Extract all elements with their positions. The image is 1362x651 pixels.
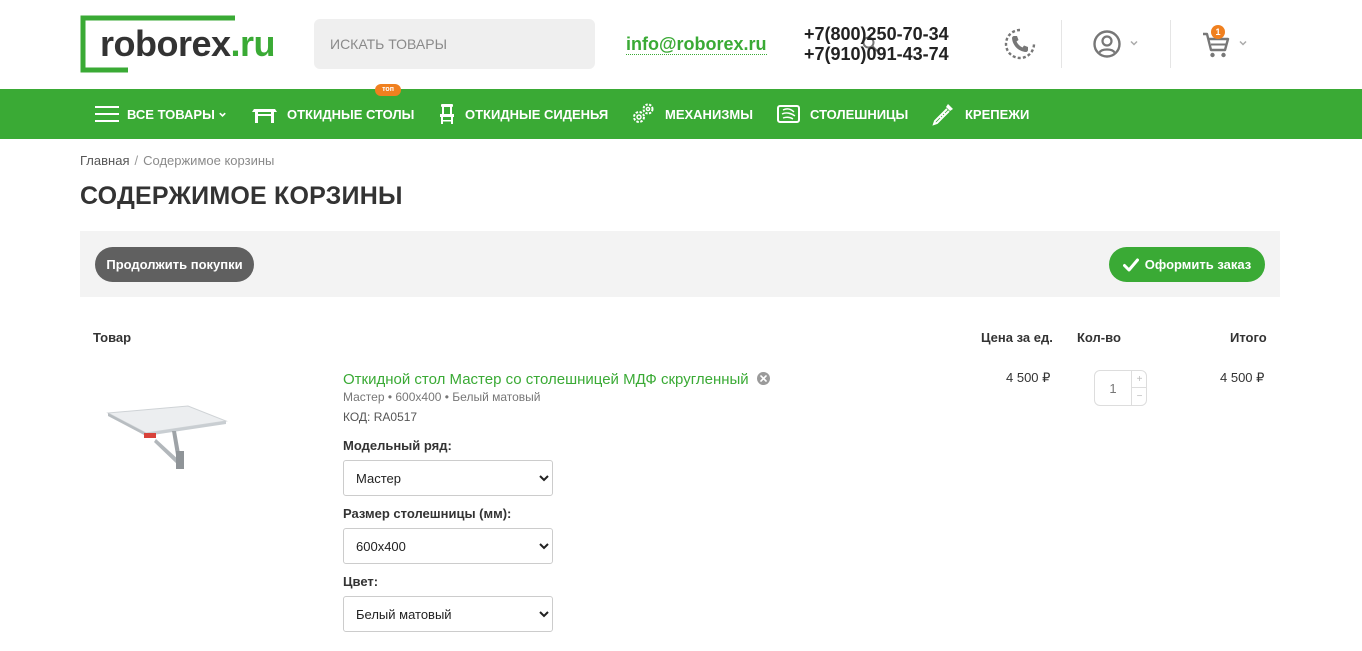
top-badge: топ [375, 84, 401, 96]
header-divider [1170, 20, 1171, 68]
size-select[interactable]: 600х400 [343, 528, 553, 564]
product-variant: Мастер • 600х400 • Белый матовый [343, 390, 541, 404]
logo-tld: .ru [230, 23, 276, 64]
email-link[interactable]: info@roborex.ru [626, 34, 767, 55]
phone-2[interactable]: +7(910)091-43-74 [804, 44, 949, 64]
checkout-button-label: Оформить заказ [1144, 257, 1252, 272]
nav-item-countertops[interactable]: СТОЛЕШНИЦЫ [777, 89, 908, 139]
header-divider [1061, 20, 1062, 68]
nav-item-label: МЕХАНИЗМЫ [665, 106, 753, 122]
quantity-input[interactable] [1095, 371, 1131, 405]
breadcrumb-current: Содержимое корзины [143, 153, 275, 168]
nav-item-folding-tables[interactable]: ОТКИДНЫЕ СТОЛЫ [252, 89, 414, 139]
quantity-increase-button[interactable]: + [1131, 371, 1147, 388]
checkout-button[interactable]: Оформить заказ [1109, 247, 1265, 282]
column-header-price: Цена за ед. [981, 330, 1053, 345]
unit-price: 4 500 ₽ [1006, 370, 1051, 385]
breadcrumb-separator: / [134, 153, 139, 168]
product-image[interactable] [100, 395, 230, 475]
option-label-color: Цвет: [343, 574, 379, 589]
breadcrumb: Главная / Содержимое корзины [80, 153, 274, 168]
option-label-model: Модельный ряд: [343, 438, 452, 453]
site-logo[interactable]: roborex.ru [80, 15, 280, 73]
table-icon [252, 109, 277, 123]
remove-item-icon[interactable] [757, 372, 770, 385]
column-header-qty: Кол-во [1077, 330, 1121, 345]
logo-text: roborex [100, 23, 231, 64]
search-input[interactable] [314, 19, 554, 69]
product-name-link[interactable]: Откидной стол Мастер со столешницей МДФ … [343, 371, 749, 388]
checkmark-icon [1122, 258, 1139, 271]
chevron-down-icon[interactable] [1238, 38, 1248, 48]
nav-item-label: ОТКИДНЫЕ СИДЕНЬЯ [465, 106, 609, 122]
page-title: СОДЕРЖИМОЕ КОРЗИНЫ [80, 182, 403, 210]
cart-action-bar: Продолжить покупки Оформить заказ [80, 231, 1280, 297]
user-account-icon[interactable] [1092, 29, 1122, 59]
model-select[interactable]: Мастер [343, 460, 553, 496]
main-nav: ВСЕ ТОВАРЫ ОТКИДНЫЕ СТОЛЫ ОТКИДНЫЕ СИДЕН… [0, 89, 1362, 139]
chevron-down-icon [219, 112, 226, 117]
color-select[interactable]: Белый матовый [343, 596, 553, 632]
nav-item-fasteners[interactable]: КРЕПЕЖИ [931, 89, 1029, 139]
callback-icon[interactable] [1003, 27, 1037, 61]
breadcrumb-home[interactable]: Главная [80, 153, 129, 168]
search-box [314, 19, 878, 69]
wood-icon [777, 105, 800, 123]
continue-shopping-button[interactable]: Продолжить покупки [95, 247, 254, 282]
column-header-total: Итого [1230, 330, 1267, 345]
nav-item-label: КРЕПЕЖИ [965, 106, 1030, 122]
chevron-down-icon[interactable] [1129, 38, 1139, 48]
quantity-stepper: + − [1094, 370, 1147, 406]
nav-item-label: ОТКИДНЫЕ СТОЛЫ [287, 106, 415, 122]
site-header: roborex.ru info@roborex.ru +7(800)250-70… [0, 0, 1362, 89]
option-label-size: Размер столешницы (мм): [343, 506, 512, 521]
column-header-product: Товар [93, 330, 132, 345]
screw-icon [932, 104, 953, 126]
phone-numbers: +7(800)250-70-34 +7(910)091-43-74 [804, 24, 949, 64]
chair-icon [440, 104, 454, 124]
line-total: 4 500 ₽ [1220, 370, 1265, 385]
nav-item-all-products[interactable]: ВСЕ ТОВАРЫ [95, 89, 227, 139]
nav-item-mechanisms[interactable]: МЕХАНИЗМЫ [631, 89, 753, 139]
product-code: КОД: RA0517 [343, 410, 418, 424]
nav-item-label: СТОЛЕШНИЦЫ [810, 106, 909, 122]
menu-icon [95, 106, 119, 122]
quantity-decrease-button[interactable]: − [1131, 388, 1147, 405]
phone-1[interactable]: +7(800)250-70-34 [804, 24, 949, 44]
nav-item-folding-seats[interactable]: ОТКИДНЫЕ СИДЕНЬЯ [439, 89, 608, 139]
gears-icon [633, 103, 654, 123]
nav-item-label: ВСЕ ТОВАРЫ [127, 106, 215, 122]
cart-count-badge: 1 [1211, 25, 1225, 39]
